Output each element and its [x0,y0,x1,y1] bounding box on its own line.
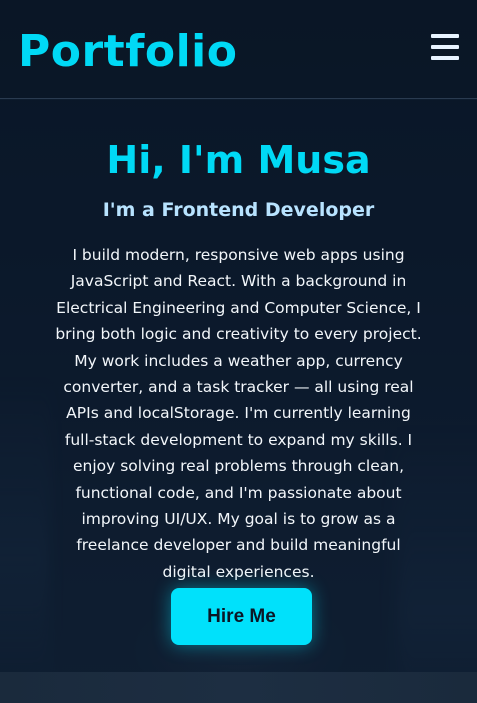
hire-me-button[interactable]: Hire Me [171,588,312,645]
hero-title: Hi, I'm Musa [106,138,371,182]
menu-bar [431,34,459,38]
menu-bar [431,45,459,49]
hero-bio: I build modern, responsive web apps usin… [55,246,422,581]
hero-section: Hi, I'm Musa I'm a Frontend Developer I … [0,100,477,672]
menu-bar [431,56,459,60]
hero-subtitle: I'm a Frontend Developer [102,199,375,221]
next-section-edge [0,672,477,703]
hamburger-menu-icon[interactable] [431,32,459,62]
site-logo[interactable]: Portfolio [18,26,237,78]
page: Portfolio Hi, I'm Musa I'm a Frontend De… [0,0,477,703]
site-header: Portfolio [0,0,477,99]
